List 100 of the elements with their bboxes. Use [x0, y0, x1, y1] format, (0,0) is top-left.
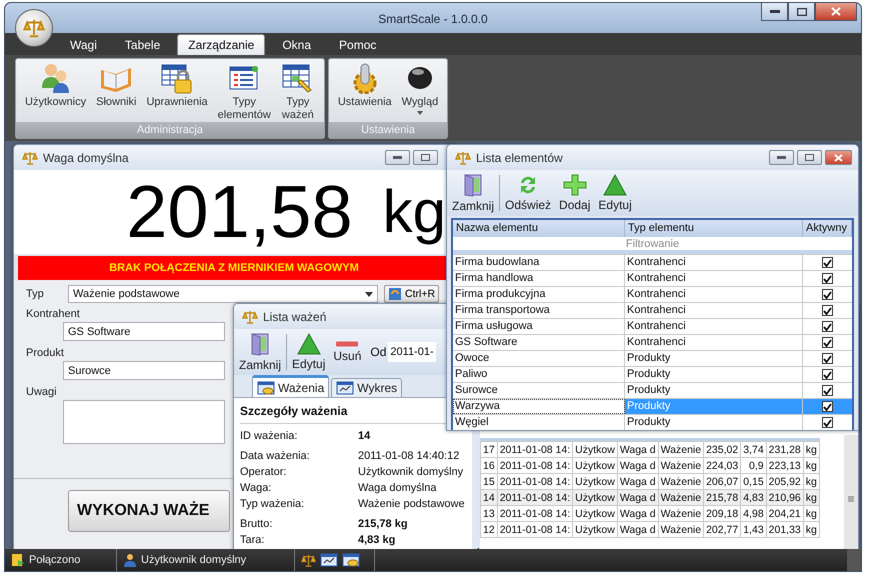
toolbar-button[interactable]: Usuń [330, 339, 364, 365]
scale-icon [22, 150, 38, 166]
table-cell: Produkty [625, 399, 803, 414]
checkbox[interactable] [822, 353, 833, 364]
field-label: Typ [26, 288, 45, 300]
plus-icon [562, 174, 587, 196]
caret-icon [365, 292, 373, 296]
table-cell: Kontrahenci [625, 271, 803, 286]
table-cell: Firma usługowa [453, 319, 625, 334]
ribbon-button[interactable]: Użytkownicy [20, 61, 92, 110]
grip-icon [848, 496, 854, 502]
close-icon [834, 154, 843, 162]
triangle-icon [603, 174, 628, 196]
table-cell: Produkty [625, 383, 803, 398]
toolbar-button[interactable]: Odśwież [502, 172, 554, 214]
toolbar-button[interactable]: Zamknij [449, 171, 498, 215]
checkbox[interactable] [822, 385, 833, 396]
table-cell: 17 [480, 442, 498, 458]
table-cell: Kontrahenci [625, 303, 803, 318]
minimize-icon [777, 156, 786, 159]
checkbox[interactable] [822, 257, 833, 268]
weigh-button[interactable]: WYKONAJ WAŻE [68, 490, 230, 532]
scale-icon [301, 552, 316, 568]
ribbon-button[interactable]: Typy ważeń [276, 61, 320, 123]
column-header[interactable]: Typ elementu [625, 220, 803, 237]
status-text: Połączono [29, 554, 80, 566]
checkbox[interactable] [822, 273, 833, 284]
table-cell: GS Software [453, 335, 625, 350]
view-tab[interactable]: Wykres [331, 378, 402, 397]
table-cell: Firma handlowa [453, 271, 625, 286]
table-cell: Firma budowlana [453, 255, 625, 270]
scale-icon [23, 17, 45, 39]
field-label: Produkt [26, 347, 64, 359]
checkbox[interactable] [822, 417, 833, 428]
menu-tab[interactable]: Pomoc [328, 34, 388, 55]
table-cell: Kontrahenci [625, 319, 803, 334]
minimize-button[interactable] [761, 3, 788, 21]
weight-reading: 201,58 [126, 172, 353, 252]
menu-tab[interactable]: Wagi [59, 34, 108, 55]
toolbar-button[interactable]: Edytuj [289, 331, 328, 373]
ribbon-button[interactable]: Wygląd [396, 61, 444, 116]
detail-value: 2011-01-08 14:40:12 [358, 450, 460, 462]
table-cell: Produkty [625, 367, 803, 382]
checkbox[interactable] [822, 401, 833, 412]
group-label: Ustawienia [328, 122, 448, 138]
maximize-button[interactable] [413, 150, 438, 165]
shortcut-button[interactable]: Ctrl+R [384, 285, 440, 303]
minimize-button[interactable] [769, 150, 794, 165]
minimize-button[interactable] [385, 150, 410, 165]
toolbar-button[interactable]: Zamknij [236, 330, 284, 374]
type-dropdown[interactable]: Ważenie podstawowe [68, 285, 378, 303]
triangle-icon [296, 333, 321, 355]
tab-weighings-icon [342, 553, 360, 567]
column-header[interactable]: Aktywny [803, 220, 852, 237]
table-cell: Użytkow [572, 522, 618, 538]
maximize-icon [421, 154, 430, 161]
table-cell: Warzywa [453, 399, 625, 414]
user-icon [123, 553, 137, 567]
ribbon-button[interactable]: Słowniki [91, 61, 142, 110]
maximize-icon [796, 8, 806, 16]
checkbox[interactable] [822, 321, 833, 332]
scrollbar[interactable] [844, 435, 858, 549]
checkbox[interactable] [822, 305, 833, 316]
text-field[interactable]: Surowce [63, 361, 225, 380]
ribbon-button[interactable]: Uprawnienia [141, 61, 213, 110]
resize-grip[interactable] [847, 549, 861, 571]
table-cell: Owoce [453, 351, 625, 366]
column-header[interactable]: Nazwa elementu [453, 220, 625, 237]
detail-value: 215,78 kg [358, 518, 409, 530]
detail-value: 14 [358, 430, 372, 442]
window-title: Lista elementów [476, 150, 563, 164]
detail-value: Użytkownik domyślny [358, 466, 464, 478]
ribbon-button[interactable]: Typy elementów [212, 61, 276, 123]
table-cell: Surowce [453, 383, 625, 398]
checkbox[interactable] [822, 369, 833, 380]
maximize-icon [805, 154, 814, 161]
checkbox[interactable] [822, 337, 833, 348]
toolbar-button[interactable]: Edytuj [595, 172, 635, 214]
notes-field[interactable] [63, 400, 225, 444]
date-field[interactable]: 2011-01- [388, 342, 436, 362]
close-button[interactable] [825, 150, 852, 165]
menu-tab[interactable]: Tabele [114, 34, 172, 55]
toolbar-button[interactable]: Dodaj [556, 172, 594, 214]
view-tab[interactable]: Ważenia [252, 375, 330, 397]
menu-tab[interactable]: Okna [271, 34, 322, 55]
connection-icon [11, 553, 25, 567]
ribbon-button[interactable]: Ustawienia [332, 61, 397, 110]
maximize-button[interactable] [788, 3, 815, 21]
maximize-button[interactable] [797, 150, 822, 165]
table-cell: Produkty [625, 415, 803, 430]
minimize-icon [393, 156, 402, 159]
detail-label: Operator: [240, 466, 288, 478]
menu-tab[interactable]: Zarządzanie [177, 34, 266, 55]
table-cell: Kontrahenci [625, 255, 803, 270]
from-label: Od [370, 345, 386, 359]
text-field[interactable]: GS Software [63, 322, 225, 341]
checkbox[interactable] [822, 289, 833, 300]
tab-weighings-icon [257, 380, 275, 394]
door-icon [249, 332, 271, 356]
close-button[interactable] [815, 3, 857, 21]
